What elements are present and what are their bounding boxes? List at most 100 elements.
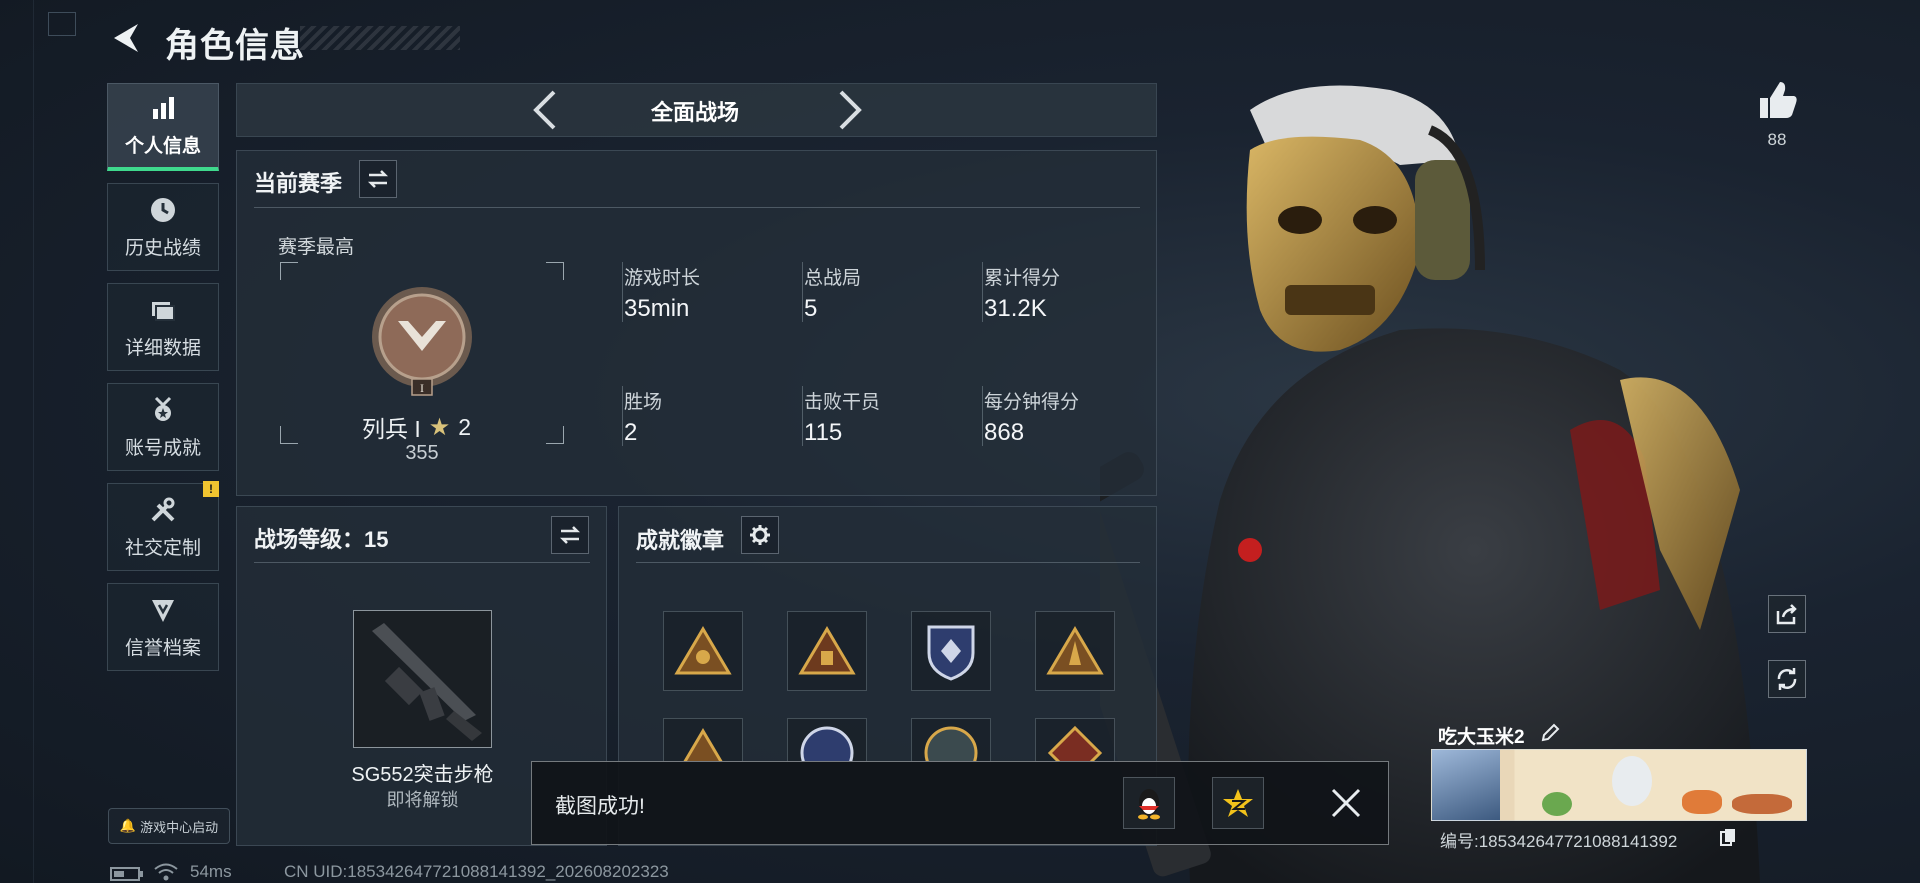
weapon-card[interactable] [353, 610, 492, 748]
stat-value: 5 [804, 295, 818, 322]
chevron-left-icon[interactable] [530, 88, 560, 132]
rocket-badge-icon [1046, 626, 1104, 675]
achievement-badge[interactable] [663, 611, 743, 691]
achievement-badge[interactable] [787, 718, 867, 762]
weapon-status: 即将解锁 [386, 790, 459, 810]
shield-badge-icon [927, 625, 975, 681]
banner-character [1612, 756, 1652, 806]
game-center-launch-button[interactable]: 🔔 游戏中心启动 [108, 808, 230, 844]
achievement-badge[interactable] [663, 718, 743, 762]
ping-text: 54ms [190, 862, 232, 881]
tools-icon [151, 497, 175, 521]
rank-tier-text: I [420, 381, 424, 395]
rank-stars: 2 [458, 413, 472, 440]
corner-decoration [48, 12, 76, 36]
nav-reputation[interactable]: 信誉档案 [107, 583, 219, 671]
stat-label: 每分钟得分 [984, 392, 1080, 413]
nav-label: 详细数据 [124, 337, 201, 359]
player-id: 编号:18534264772108814139​2 [1440, 832, 1678, 851]
round-badge-icon [924, 726, 978, 761]
stat-value: 35min [624, 295, 690, 322]
avatar [1432, 750, 1500, 820]
uid-text: CN UID:185342647721088141392_20260820232… [284, 862, 669, 881]
toast-message: 截图成功! [555, 795, 645, 818]
player-banner[interactable] [1431, 749, 1807, 821]
share-qzone-button[interactable] [1212, 777, 1264, 829]
season-title: 当前赛季 [254, 171, 343, 196]
rank-name: 列兵 I [362, 416, 421, 442]
stat-label: 胜场 [624, 392, 663, 413]
player-name: 吃大玉米2 [1438, 727, 1525, 748]
page-title: 角色信息 [165, 27, 305, 65]
launch-label: 游戏中心启动 [140, 819, 219, 835]
stat-value: 115 [804, 419, 843, 446]
season-switch-button[interactable] [359, 160, 397, 198]
gear-icon [750, 525, 770, 545]
share-icon [1776, 604, 1797, 625]
bar-chart-icon [153, 97, 174, 119]
season-best-label: 赛季最高 [278, 237, 355, 258]
bell-icon: 🔔 [119, 818, 137, 833]
stat-label: 总战局 [804, 268, 862, 289]
warning-badge: ! [203, 481, 219, 497]
stat-value: 31.2K [984, 295, 1047, 322]
achievements-title: 成就徽章 [636, 528, 725, 553]
swap-icon [367, 170, 389, 188]
weapon-name: SG552突击步枪 [351, 764, 494, 786]
stat-separator [982, 262, 983, 322]
achievement-badge[interactable] [911, 611, 991, 691]
banner-cat [1682, 790, 1722, 814]
nav-label: 个人信息 [124, 136, 201, 157]
star-icon: ★ [428, 413, 451, 441]
stat-label: 击败干员 [804, 392, 881, 413]
stat-label: 游戏时长 [624, 268, 701, 289]
back-arrow-icon[interactable] [108, 20, 144, 56]
battle-level-divider [254, 562, 590, 563]
battle-level-switch-button[interactable] [551, 516, 589, 554]
qzone-star-icon [1223, 789, 1253, 817]
nav-label: 信誉档案 [124, 637, 201, 659]
like-count: 88 [1767, 130, 1787, 149]
achievement-badge[interactable] [911, 718, 991, 762]
medal-icon [154, 396, 172, 421]
rank-points: 355 [405, 442, 439, 464]
nav-label: 账号成就 [124, 437, 201, 459]
triangle-badge-icon [798, 626, 856, 675]
copy-icon[interactable] [1720, 828, 1736, 846]
refresh-icon [1777, 668, 1797, 690]
nav-detailed-data[interactable]: 详细数据 [107, 283, 219, 371]
stat-separator [622, 262, 623, 322]
triangle-badge-icon [683, 728, 723, 761]
close-icon[interactable] [1330, 787, 1362, 819]
swap-icon [559, 526, 581, 544]
like-icon[interactable] [1756, 80, 1798, 120]
diamond-badge-icon [1047, 725, 1103, 761]
stat-separator [802, 262, 803, 322]
battle-level-title: 战场等级：15 [254, 527, 389, 552]
refresh-button[interactable] [1768, 660, 1806, 698]
chevron-right-icon[interactable] [835, 88, 865, 132]
nav-label: 历史战绩 [124, 237, 201, 259]
achievement-badge[interactable] [1035, 718, 1115, 762]
qq-penguin-icon [1138, 789, 1160, 820]
season-divider [254, 207, 1140, 208]
nav-match-history[interactable]: 历史战绩 [107, 183, 219, 271]
stat-separator [982, 386, 983, 446]
share-qq-button[interactable] [1123, 777, 1175, 829]
stat-separator [802, 386, 803, 446]
achievement-badge[interactable] [1035, 611, 1115, 691]
edit-icon[interactable] [1540, 723, 1560, 743]
mode-label: 全面战场 [650, 100, 739, 125]
triangle-badge-icon [674, 626, 732, 675]
banner-veggie [1542, 792, 1572, 816]
rank-badge-icon: I [372, 287, 472, 396]
stat-value: 868 [984, 419, 1025, 446]
nav-achievements[interactable]: 账号成就 [107, 383, 219, 471]
nav-personal-info[interactable]: 个人信息 [107, 83, 219, 171]
achievements-divider [636, 562, 1140, 563]
share-button[interactable] [1768, 595, 1806, 633]
achievements-settings-button[interactable] [741, 516, 779, 554]
achievement-badge[interactable] [787, 611, 867, 691]
folder-icon [152, 301, 175, 321]
rank-info: 列兵 I ★ 2 [362, 410, 471, 444]
